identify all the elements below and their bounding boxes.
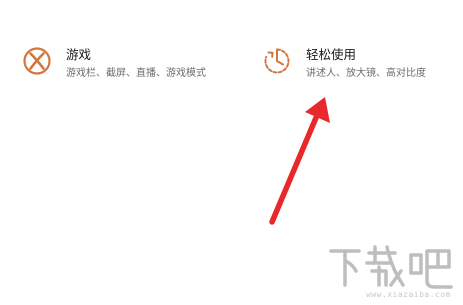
watermark-logo-graphic xyxy=(329,245,453,289)
watermark-logo: www.xiazaiba.com xyxy=(325,241,455,299)
watermark-site: www.xiazaiba.com xyxy=(365,290,451,299)
